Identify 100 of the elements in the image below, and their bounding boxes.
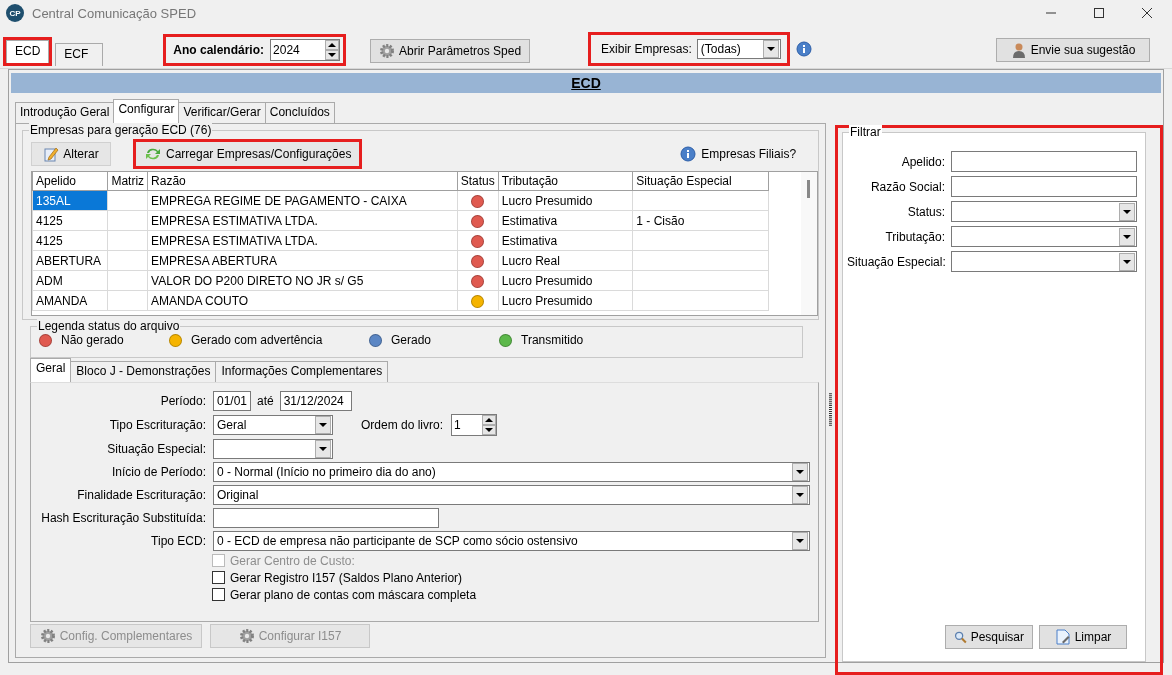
text-field[interactable] — [951, 176, 1137, 197]
field-label: Finalidade Escrituração: — [76, 488, 206, 502]
header-title: ECD — [571, 75, 601, 91]
field-label: Situação Especial: — [106, 442, 206, 456]
table-cell: 4125 — [32, 210, 108, 231]
tab[interactable]: Geral — [30, 358, 72, 382]
tab[interactable]: Introdução Geral — [15, 102, 115, 123]
button[interactable]: Envie sua sugestão — [996, 38, 1150, 62]
legend-label: Gerado — [391, 333, 432, 347]
dropdown[interactable]: Original — [213, 485, 811, 505]
table-cell: Estimativa — [498, 210, 633, 231]
tab[interactable]: Configurar — [113, 99, 180, 123]
refresh-icon — [144, 146, 162, 162]
dropdown[interactable]: 0 - ECD de empresa não participante de SCP como sócio ostensivo — [213, 531, 811, 551]
year-spinner[interactable]: 2024 — [270, 39, 341, 61]
column-header[interactable]: Situação Especial — [632, 172, 768, 191]
document-icon — [1054, 629, 1071, 645]
field-label: Hash Escrituração Substituída: — [40, 511, 206, 525]
table-cell: 1 - Cisão — [632, 210, 768, 231]
scrollbar[interactable] — [801, 172, 818, 315]
table-cell: EMPRESA ESTIMATIVA LTDA. — [147, 210, 458, 231]
table-cell: Lucro Real — [498, 250, 633, 271]
table-cell: EMPRESA ABERTURA — [147, 250, 458, 271]
column-header[interactable]: Status — [457, 172, 499, 191]
text-field[interactable] — [213, 508, 439, 528]
info-icon — [795, 41, 812, 57]
checkbox[interactable] — [212, 571, 225, 584]
checkbox[interactable] — [212, 588, 225, 601]
tab[interactable]: Concluídos — [264, 102, 335, 123]
field-label: Período: — [159, 394, 206, 408]
table-cell: AMANDA — [32, 290, 108, 311]
table-cell: ADM — [32, 270, 108, 291]
table-cell: VALOR DO P200 DIRETO NO JR s/ G5 — [147, 270, 458, 291]
legend-label: Não gerado — [61, 333, 124, 347]
table-cell: 4125 — [32, 230, 108, 251]
scroll-thumb[interactable] — [807, 180, 811, 198]
splitter-grip-icon — [829, 393, 832, 427]
checkbox-label: Gerar Centro de Custo: — [230, 553, 355, 568]
group-title: Legenda status do arquivo — [37, 319, 181, 333]
field-label: Tributação: — [884, 229, 945, 244]
close-icon — [1142, 8, 1152, 18]
group-title: Empresas para geração ECD (76) — [29, 123, 213, 137]
column-header[interactable]: Matriz — [107, 172, 148, 191]
app-icon: CP — [6, 4, 24, 22]
spin-arrows-icon — [482, 415, 497, 435]
dropdown[interactable] — [951, 226, 1137, 247]
number-spinner[interactable]: 1 — [451, 414, 498, 436]
table-cell: Lucro Presumido — [498, 270, 633, 291]
field-label: Exibir Empresas: — [601, 42, 692, 56]
tab[interactable]: ECF — [55, 43, 104, 66]
maximize-icon — [1094, 8, 1104, 18]
field-label: Razão Social: — [869, 179, 945, 194]
date-field[interactable]: 31/12/2024 — [279, 391, 352, 411]
table-cell: EMPREGA REGIME DE PAGAMENTO - CAIXA — [147, 190, 458, 211]
date-field[interactable]: 01/01 — [213, 391, 251, 411]
table-cell: Lucro Presumido — [498, 290, 633, 311]
person-icon — [1010, 42, 1027, 58]
field-label: até — [257, 394, 274, 408]
search-icon — [954, 629, 967, 645]
table-cell: ABERTURA — [32, 250, 108, 271]
dropdown[interactable]: Geral — [213, 415, 333, 435]
table-cell: Lucro Presumido — [498, 190, 633, 211]
dropdown[interactable] — [213, 439, 333, 459]
dropdown[interactable] — [951, 201, 1137, 222]
gear-icon — [379, 43, 396, 59]
column-header[interactable]: Apelido — [32, 172, 108, 191]
button[interactable]: Pesquisar — [945, 625, 1033, 649]
field-label: Tipo Escrituração: — [108, 418, 206, 432]
button[interactable]: Limpar — [1039, 625, 1127, 649]
text-field[interactable] — [951, 151, 1137, 172]
dropdown[interactable] — [951, 251, 1137, 272]
field-label: Status: — [906, 204, 945, 219]
button[interactable]: Alterar — [31, 142, 111, 166]
info-icon — [680, 146, 697, 162]
dropdown[interactable]: 0 - Normal (Início no primeiro dia do ano) — [213, 462, 811, 482]
field-label: Apelido: — [900, 154, 945, 169]
group-title: Filtrar — [849, 125, 882, 139]
table-cell: Estimativa — [498, 230, 633, 251]
link[interactable]: Empresas Filiais? — [701, 147, 797, 161]
pencil-icon — [43, 146, 60, 162]
dropdown[interactable]: (Todas) — [696, 39, 781, 59]
field-label: Situação Especial: — [847, 254, 945, 269]
window-title: Central Comunicação SPED — [32, 5, 197, 21]
legend-label: Gerado com advertência — [191, 333, 323, 347]
column-header[interactable]: Razão — [147, 172, 458, 191]
tab[interactable]: Informações Complementares — [215, 361, 389, 382]
field-label: Início de Período: — [110, 465, 206, 479]
table-cell: 135AL — [32, 190, 108, 211]
tab[interactable]: ECD — [6, 40, 50, 63]
table-cell: AMANDA COUTO — [147, 290, 458, 311]
checkbox-label: Gerar Registro I157 (Saldos Plano Anterior) — [230, 570, 463, 585]
gear-icon — [39, 628, 56, 644]
gear-icon — [238, 628, 255, 644]
column-header[interactable]: Tributação — [498, 172, 633, 191]
checkbox-label: Gerar plano de contas com máscara completa — [230, 587, 477, 602]
legend-label: Transmitido — [521, 333, 584, 347]
button[interactable]: Carregar Empresas/Configurações — [136, 142, 360, 166]
table-cell: EMPRESA ESTIMATIVA LTDA. — [147, 230, 458, 251]
button[interactable]: Abrir Parâmetros Sped — [370, 39, 531, 63]
field-label: Ano calendário: — [173, 43, 265, 57]
